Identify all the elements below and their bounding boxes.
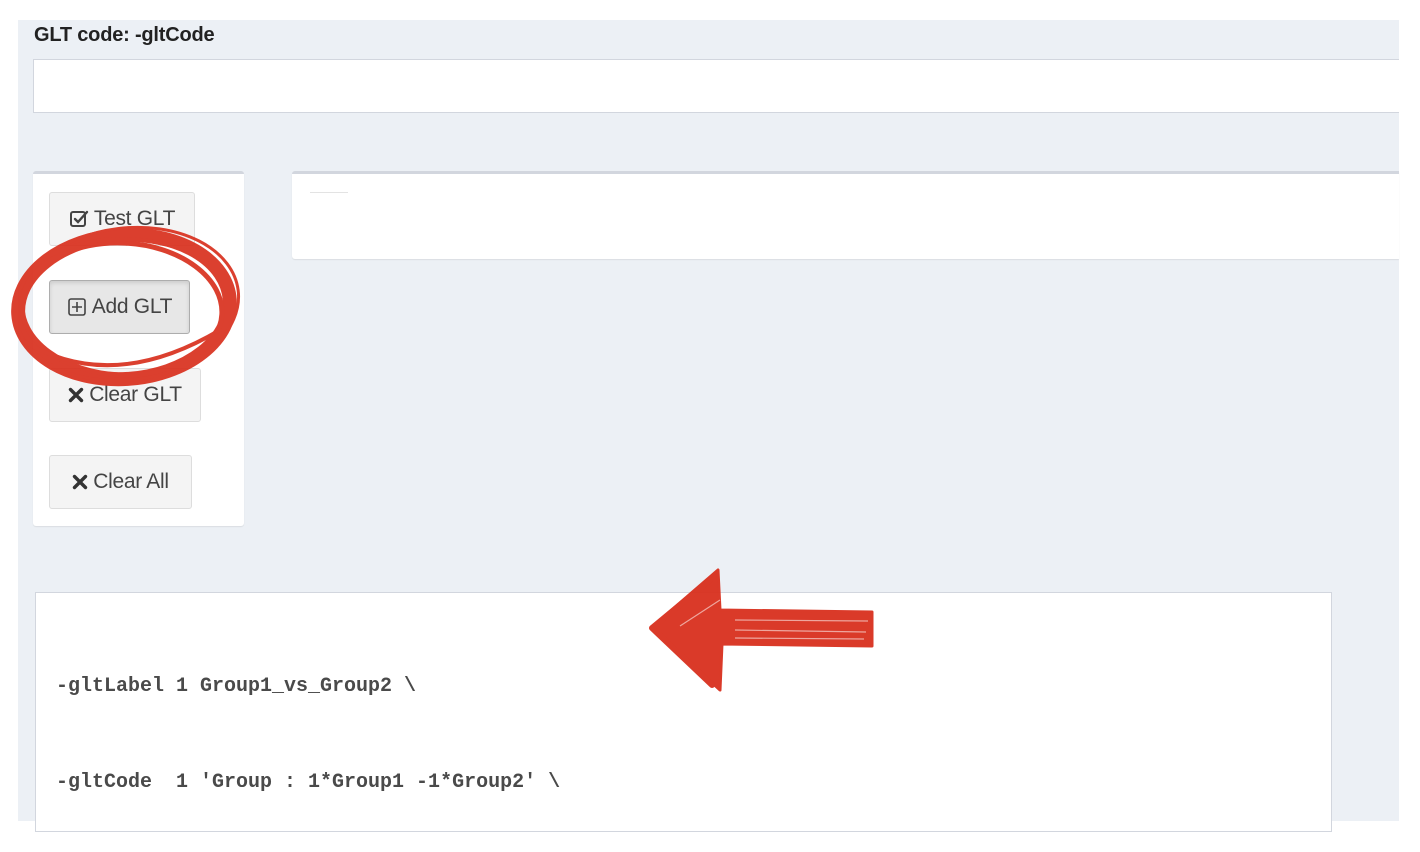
clear-all-button[interactable]: Clear All: [49, 455, 192, 509]
times-icon: [68, 387, 84, 403]
times-icon: [72, 474, 88, 490]
app-root: GLT code: -gltCode Test GLT Add GLT Clea…: [0, 0, 1420, 852]
test-glt-label: Test GLT: [93, 207, 176, 230]
glt-test-output: [292, 171, 1399, 259]
glt-code-input[interactable]: [33, 59, 1399, 113]
add-glt-label: Add GLT: [91, 295, 173, 318]
clear-glt-label: Clear GLT: [89, 383, 182, 406]
clear-all-label: Clear All: [93, 470, 169, 493]
glt-code-label: GLT code: -gltCode: [34, 24, 215, 46]
check-square-icon: [69, 209, 89, 229]
output-divider: [310, 192, 348, 193]
glt-code-output[interactable]: -gltLabel 1 Group1_vs_Group2 \ -gltCode …: [35, 592, 1332, 832]
add-glt-button[interactable]: Add GLT: [49, 280, 190, 334]
test-glt-button[interactable]: Test GLT: [49, 192, 195, 246]
plus-square-icon: [67, 297, 87, 317]
glt-label-line: -gltLabel 1 Group1_vs_Group2 \: [56, 675, 417, 698]
glt-code-line: -gltCode 1 'Group : 1*Group1 -1*Group2' …: [56, 771, 561, 794]
clear-glt-button[interactable]: Clear GLT: [49, 368, 201, 422]
